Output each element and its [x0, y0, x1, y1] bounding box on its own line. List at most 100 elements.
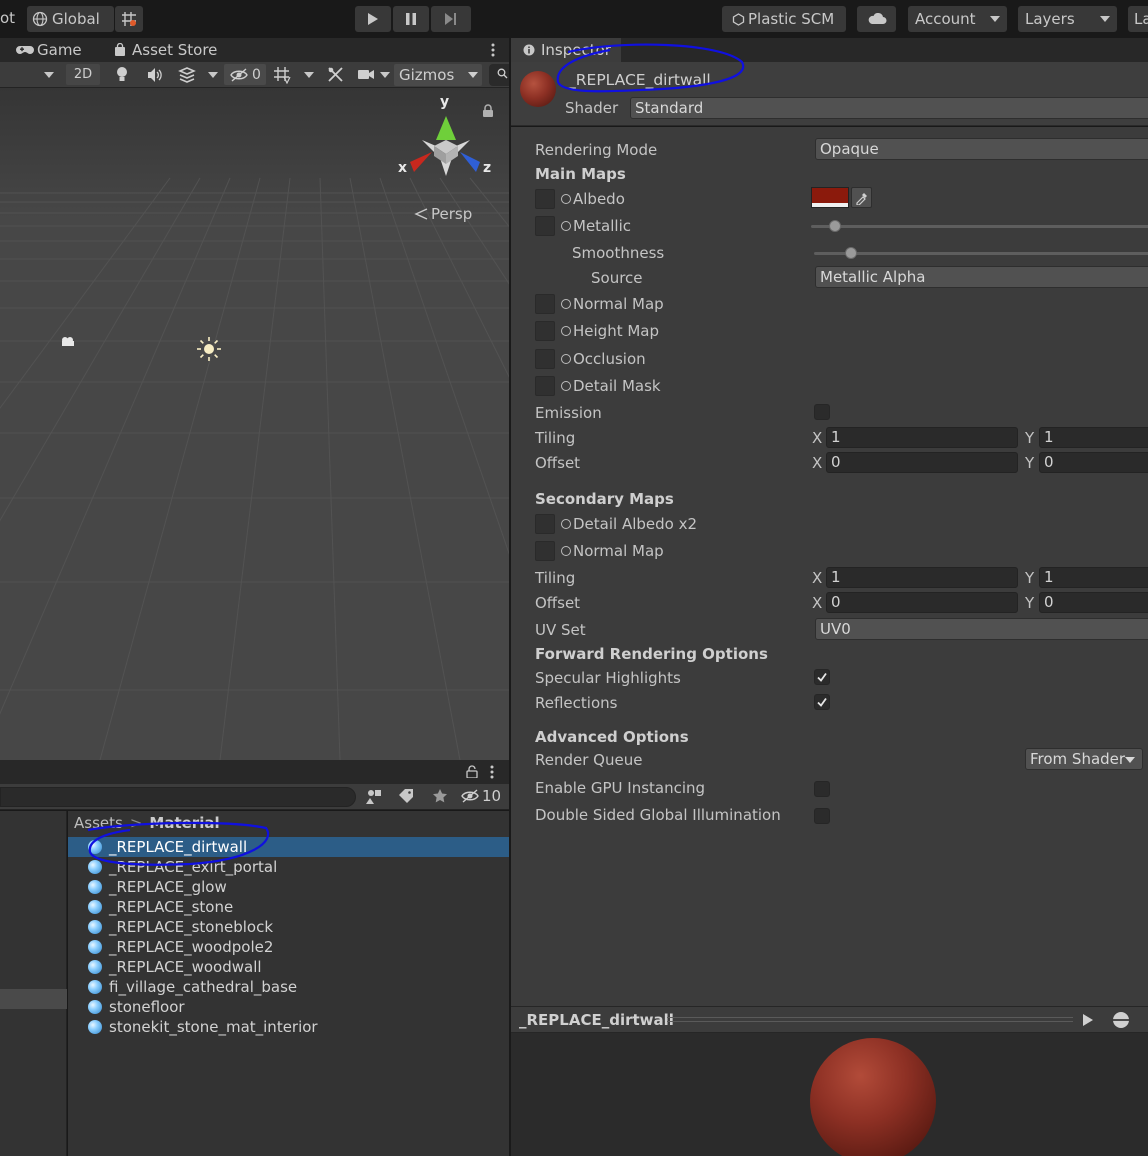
texture-picker-icon[interactable]: [561, 326, 571, 336]
asset-row-replace-woodpole2[interactable]: _REPLACE_woodpole2: [88, 937, 508, 957]
uv-set-dropdown[interactable]: UV0: [815, 618, 1148, 640]
gpu-instancing-checkbox[interactable]: [814, 781, 830, 797]
effects-toggle-icon[interactable]: [178, 66, 196, 84]
detail-albedo-texture-slot[interactable]: [535, 514, 555, 534]
color-picker-button[interactable]: [851, 187, 872, 208]
filter-by-label-icon[interactable]: [398, 789, 414, 803]
account-dropdown[interactable]: Account: [908, 6, 1007, 32]
favorites-star-icon[interactable]: [432, 788, 448, 804]
albedo-texture-slot[interactable]: [535, 189, 555, 209]
orientation-gizmo[interactable]: y x z: [392, 94, 502, 196]
grid-chevron-icon[interactable]: [304, 72, 314, 78]
normal-map-texture-slot[interactable]: [535, 294, 555, 314]
asset-row-stonefloor[interactable]: stonefloor: [88, 997, 508, 1017]
texture-picker-icon[interactable]: [561, 381, 571, 391]
filter-by-type-icon[interactable]: [366, 788, 382, 804]
preview-shape-sphere-icon[interactable]: [1112, 1011, 1130, 1029]
secondary-tiling-x-field[interactable]: 1: [826, 567, 1018, 588]
breadcrumb-assets[interactable]: Assets: [74, 814, 123, 832]
layers-dropdown[interactable]: Layers: [1018, 6, 1117, 32]
asset-row-replace-dirtwall[interactable]: _REPLACE_dirtwall: [88, 837, 508, 857]
texture-picker-icon[interactable]: [561, 221, 571, 231]
cloud-button[interactable]: [857, 6, 896, 32]
texture-picker-icon[interactable]: [561, 354, 571, 364]
secondary-offset-x-field[interactable]: 0: [826, 592, 1018, 613]
material-preview[interactable]: [511, 1033, 1148, 1156]
grid-snap-button[interactable]: [115, 6, 143, 32]
render-queue-dropdown[interactable]: From Shader: [1025, 748, 1143, 770]
secondary-tiling-y-field[interactable]: 1: [1039, 567, 1148, 588]
camera-icon[interactable]: [357, 68, 375, 81]
metallic-slider-thumb[interactable]: [829, 220, 841, 232]
gizmos-dropdown[interactable]: Gizmos: [394, 64, 482, 86]
asset-row-fi-village-cathedral-base[interactable]: fi_village_cathedral_base: [88, 977, 508, 997]
folder-tree-selected-row[interactable]: [0, 989, 67, 1009]
metallic-slider-track[interactable]: [811, 225, 1148, 228]
kebab-menu-icon[interactable]: [487, 764, 497, 780]
camera-chevron-icon[interactable]: [380, 72, 390, 78]
asset-row-replace-woodwall[interactable]: _REPLACE_woodwall: [88, 957, 508, 977]
smoothness-slider-thumb[interactable]: [845, 247, 857, 259]
texture-picker-icon[interactable]: [561, 546, 571, 556]
asset-row-replace-stoneblock[interactable]: _REPLACE_stoneblock: [88, 917, 508, 937]
secondary-offset-y-field[interactable]: 0: [1039, 592, 1148, 613]
main-tiling-x-field[interactable]: 1: [826, 427, 1018, 448]
kebab-menu-icon[interactable]: [488, 42, 498, 58]
preview-drag-handle[interactable]: [667, 1017, 1073, 1022]
project-search-input[interactable]: [0, 787, 356, 807]
texture-picker-icon[interactable]: [561, 194, 571, 204]
asset-row-replace-glow[interactable]: _REPLACE_glow: [88, 877, 508, 897]
effects-chevron-icon[interactable]: [208, 72, 218, 78]
secondary-normal-texture-slot[interactable]: [535, 541, 555, 561]
preview-play-icon[interactable]: [1082, 1013, 1094, 1027]
rendering-mode-dropdown[interactable]: Opaque: [815, 138, 1148, 160]
shader-dropdown[interactable]: Standard: [630, 97, 1148, 119]
tab-inspector[interactable]: Inspector: [511, 38, 621, 62]
smoothness-source-dropdown[interactable]: Metallic Alpha: [815, 266, 1148, 288]
tools-toggle-icon[interactable]: [327, 66, 344, 83]
pause-button[interactable]: [393, 6, 429, 32]
draw-mode-chevron-icon[interactable]: [44, 72, 54, 78]
main-tiling-y-field[interactable]: 1: [1039, 427, 1148, 448]
grid-toggle-icon[interactable]: [272, 66, 292, 84]
toggle-2d-button[interactable]: 2D: [66, 64, 100, 85]
specular-highlights-checkbox[interactable]: [814, 669, 830, 685]
layout-dropdown[interactable]: La: [1128, 6, 1148, 32]
audio-toggle-icon[interactable]: [146, 67, 164, 83]
main-offset-y-field[interactable]: 0: [1039, 452, 1148, 473]
step-icon: [444, 12, 458, 26]
plastic-scm-button[interactable]: Plastic SCM: [722, 6, 846, 32]
occlusion-texture-slot[interactable]: [535, 349, 555, 369]
metallic-texture-slot[interactable]: [535, 216, 555, 236]
hidden-packages-toggle[interactable]: 10: [460, 787, 501, 805]
emission-checkbox[interactable]: [814, 404, 830, 420]
asset-row-stonekit-stone-mat-interior[interactable]: stonekit_stone_mat_interior: [88, 1017, 508, 1037]
global-pivot-button[interactable]: Global: [27, 6, 114, 32]
detail-mask-texture-slot[interactable]: [535, 376, 555, 396]
toolbar-left-fragment[interactable]: ot: [0, 9, 15, 27]
albedo-color-swatch[interactable]: [811, 187, 849, 208]
tab-asset-store[interactable]: Asset Store: [114, 41, 217, 59]
tab-game[interactable]: Game: [16, 41, 82, 59]
double-sided-gi-checkbox[interactable]: [814, 808, 830, 824]
smoothness-slider-track[interactable]: [814, 252, 1148, 255]
asset-row-replace-exirt-portal[interactable]: _REPLACE_exirt_portal: [88, 857, 508, 877]
play-button[interactable]: [355, 6, 391, 32]
height-map-texture-slot[interactable]: [535, 321, 555, 341]
main-offset-x-field[interactable]: 0: [826, 452, 1018, 473]
directional-light-icon[interactable]: [196, 336, 222, 362]
texture-picker-icon[interactable]: [561, 519, 571, 529]
lighting-toggle-icon[interactable]: [115, 66, 129, 84]
texture-picker-icon[interactable]: [561, 299, 571, 309]
breadcrumb-material[interactable]: Material: [149, 814, 219, 832]
camera-gizmo-icon[interactable]: [59, 335, 77, 349]
project-folder-tree[interactable]: [0, 811, 67, 1156]
projection-toggle[interactable]: Persp: [414, 205, 472, 223]
scene-viewport[interactable]: y x z Persp: [0, 88, 509, 760]
asset-row-replace-stone[interactable]: _REPLACE_stone: [88, 897, 508, 917]
lock-icon[interactable]: [466, 765, 478, 778]
step-button[interactable]: [431, 6, 471, 32]
material-name[interactable]: _REPLACE_dirtwall: [568, 71, 711, 89]
hidden-objects-toggle[interactable]: 0: [224, 64, 266, 85]
reflections-checkbox[interactable]: [814, 694, 830, 710]
